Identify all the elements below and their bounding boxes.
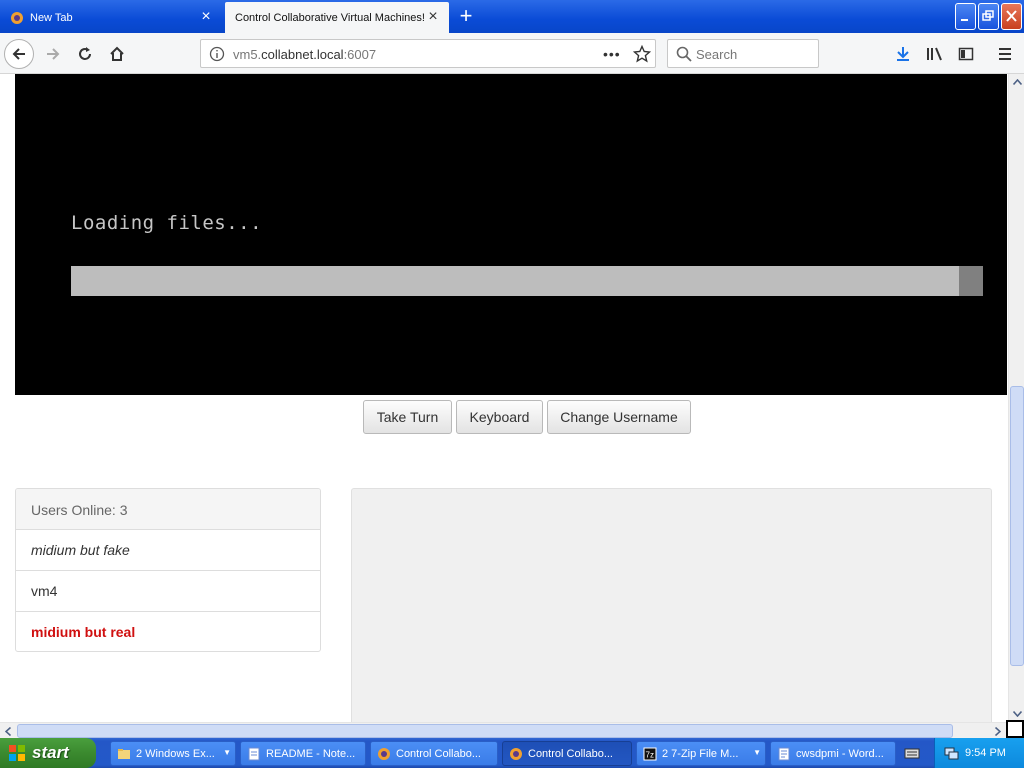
hamburger-menu-icon <box>999 48 1011 60</box>
start-button[interactable]: start <box>0 738 96 768</box>
taskbar-item-readme-notepad[interactable]: README - Note... <box>240 741 366 766</box>
page-content: Loading files... Take Turn Keyboard Chan… <box>0 74 1008 722</box>
home-button[interactable] <box>102 39 132 69</box>
taskbar-item-label: Control Collabo... <box>528 747 613 760</box>
close-tab-icon[interactable]: × <box>425 9 441 25</box>
horizontal-scrollbar[interactable] <box>0 722 1008 738</box>
screen: New Tab × Control Collaborative Virtual … <box>0 0 1024 768</box>
clock[interactable]: 9:54 PM <box>965 747 1006 759</box>
close-icon <box>1006 10 1017 22</box>
library-icon <box>927 47 942 61</box>
navigation-toolbar: vm5.collabnet.local:6007 ••• <box>0 33 1024 74</box>
info-icon[interactable] <box>209 46 225 62</box>
chat-panel[interactable] <box>351 488 992 722</box>
close-window-button[interactable] <box>1001 3 1022 30</box>
library-button[interactable] <box>920 39 950 69</box>
search-bar[interactable] <box>667 39 819 68</box>
restore-icon <box>982 10 994 21</box>
arrow-left-icon <box>12 48 25 60</box>
users-online-panel: Users Online: 3 midium but fake vm4 midi… <box>15 488 321 652</box>
sidebar-toggle-button[interactable] <box>951 39 981 69</box>
windows-logo-icon <box>9 745 25 761</box>
restore-window-button[interactable] <box>978 3 999 30</box>
search-icon <box>676 46 692 62</box>
reload-icon <box>79 47 91 60</box>
back-button[interactable] <box>4 39 34 69</box>
vertical-scrollbar[interactable] <box>1008 74 1024 722</box>
taskbar-item-control-collaborative-2[interactable]: Control Collabo... <box>502 741 632 766</box>
arrow-right-icon <box>47 48 60 60</box>
vm-display[interactable]: Loading files... <box>15 74 1007 395</box>
url-host: collabnet.local <box>261 47 344 62</box>
taskbar-item-label: Control Collabo... <box>396 747 481 760</box>
minimize-window-button[interactable] <box>955 3 976 30</box>
minimize-icon <box>961 19 968 21</box>
scroll-left-arrow-icon[interactable] <box>0 723 16 739</box>
scroll-right-arrow-icon[interactable] <box>990 723 1006 739</box>
taskbar-item-label: README - Note... <box>266 747 356 760</box>
download-arrow-icon <box>897 47 909 61</box>
take-turn-button[interactable]: Take Turn <box>363 400 452 434</box>
scroll-up-arrow-icon[interactable] <box>1009 74 1024 90</box>
firefox-icon <box>510 747 522 760</box>
system-tray: 9:54 PM <box>934 738 1024 768</box>
keyboard-button[interactable]: Keyboard <box>456 400 543 434</box>
vm-progress-fill <box>71 266 960 296</box>
svg-text:7z: 7z <box>646 750 654 759</box>
new-tab-plus-icon[interactable]: + <box>455 5 477 27</box>
forward-button[interactable] <box>38 39 68 69</box>
users-online-header: Users Online: 3 <box>16 489 320 530</box>
network-tray-icon[interactable] <box>943 745 959 761</box>
vm-progress-bar <box>71 266 983 296</box>
tab-title: New Tab <box>30 11 73 24</box>
url-port: :6007 <box>343 47 377 62</box>
url-text[interactable]: vm5.collabnet.local:6007 <box>233 47 376 62</box>
keyboard-tray-icon[interactable] <box>904 746 920 760</box>
tab-new-tab[interactable]: New Tab × <box>0 2 222 33</box>
taskbar-item-label: cwsdpmi - Word... <box>796 747 884 760</box>
bookmark-star-icon[interactable] <box>633 45 651 63</box>
notepad-icon <box>248 747 260 760</box>
taskbar-item-label: 2 7-Zip File M... <box>662 747 739 760</box>
vertical-scroll-thumb[interactable] <box>1010 386 1024 666</box>
window-resize-box <box>1006 720 1024 738</box>
taskbar-item-cwsdpmi-word[interactable]: cwsdpmi - Word... <box>770 741 896 766</box>
taskbar-item-label: 2 Windows Ex... <box>136 747 215 760</box>
windows-taskbar: start 2 Windows Ex... ▼ README - Note...… <box>0 738 1024 768</box>
taskbar-item-control-collaborative-1[interactable]: Control Collabo... <box>370 741 498 766</box>
start-label: start <box>32 743 69 762</box>
taskbar-item-windows-explorer[interactable]: 2 Windows Ex... ▼ <box>110 741 236 766</box>
vm-loading-message: Loading files... <box>71 212 263 234</box>
taskbar-item-7zip[interactable]: 7z 2 7-Zip File M... ▼ <box>636 741 766 766</box>
chevron-down-icon: ▼ <box>753 748 761 757</box>
downloads-button[interactable] <box>888 39 918 69</box>
user-list-item-current: midium but real <box>31 624 136 640</box>
document-icon <box>778 747 790 760</box>
search-input[interactable] <box>696 44 814 64</box>
7zip-icon: 7z <box>643 747 657 760</box>
tab-control-collaborative[interactable]: Control Collaborative Virtual Machines! … <box>225 2 449 33</box>
url-host-prefix: vm5. <box>233 47 262 62</box>
menu-button[interactable] <box>990 39 1020 69</box>
address-bar[interactable]: vm5.collabnet.local:6007 ••• <box>200 39 656 68</box>
browser-tab-strip: New Tab × Control Collaborative Virtual … <box>0 0 1024 33</box>
user-list-item: midium but fake <box>16 530 320 571</box>
user-list-item: vm4 <box>16 571 320 612</box>
firefox-icon <box>378 747 390 760</box>
tab-title: Control Collaborative Virtual Machines! <box>235 11 425 24</box>
change-username-button[interactable]: Change Username <box>547 400 691 434</box>
chevron-down-icon: ▼ <box>223 748 231 757</box>
reload-button[interactable] <box>70 39 100 69</box>
firefox-icon <box>11 11 23 24</box>
folder-icon <box>118 748 130 759</box>
close-tab-icon[interactable]: × <box>198 9 214 25</box>
sidebar-icon <box>958 47 974 61</box>
horizontal-scroll-thumb[interactable] <box>17 724 953 738</box>
page-actions-icon[interactable]: ••• <box>603 46 621 62</box>
home-icon <box>110 46 124 61</box>
